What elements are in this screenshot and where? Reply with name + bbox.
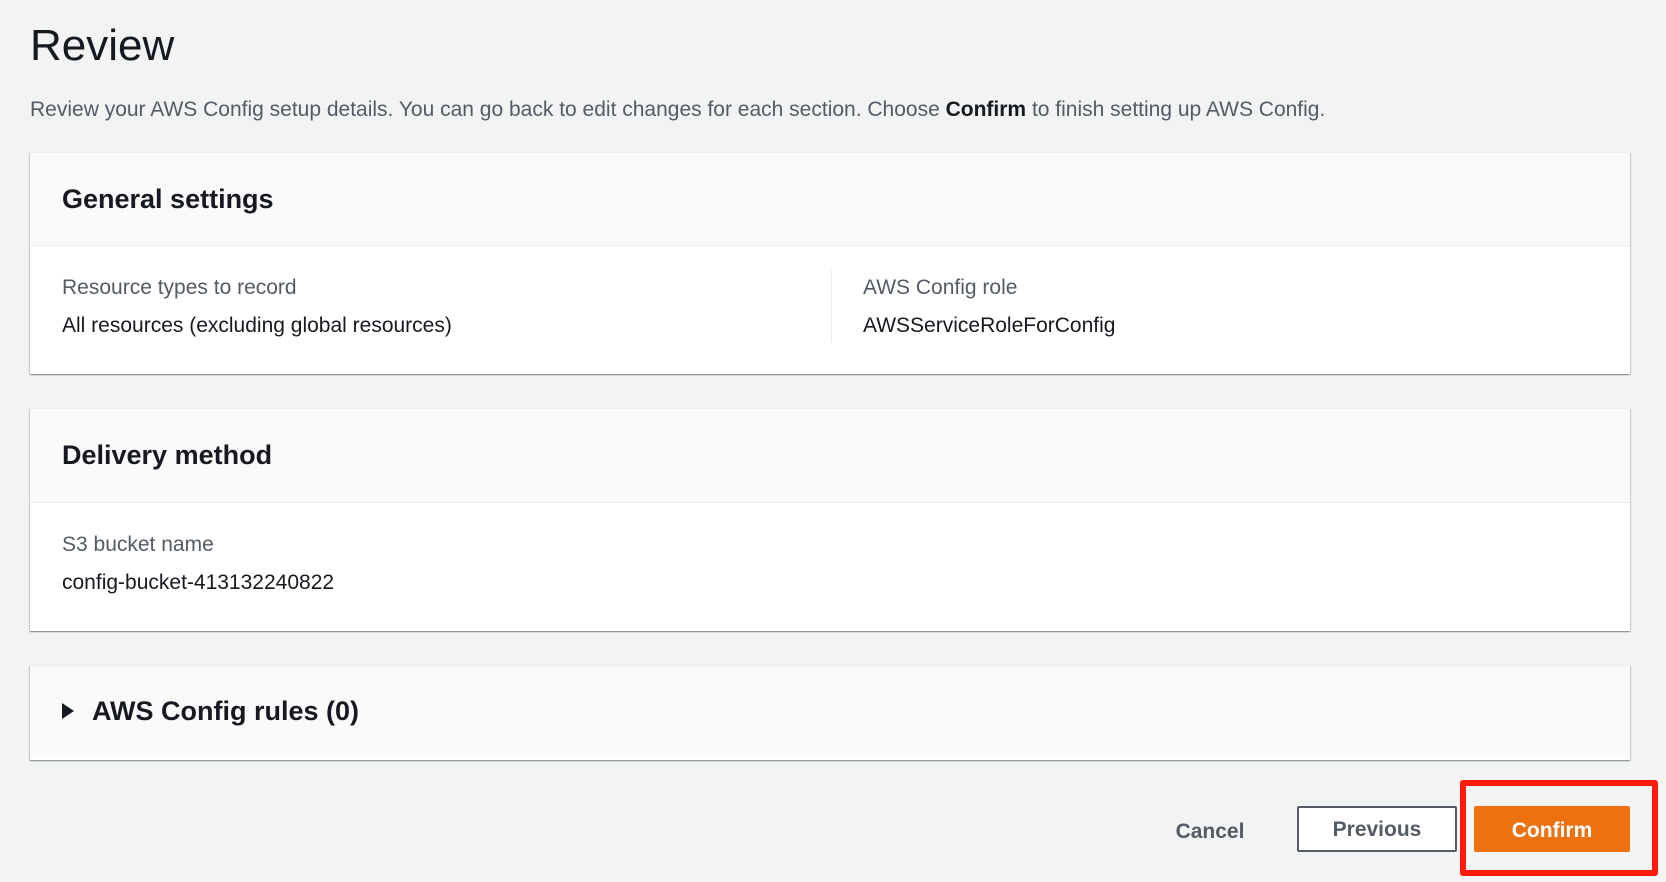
previous-button[interactable]: Previous xyxy=(1297,806,1457,852)
cancel-button[interactable]: Cancel xyxy=(1140,808,1280,854)
general-settings-body: Resource types to record All resources (… xyxy=(30,246,1630,374)
caret-right-icon xyxy=(62,703,74,719)
config-rules-panel: AWS Config rules (0) xyxy=(30,665,1630,760)
page-title: Review xyxy=(30,21,175,70)
delivery-method-heading: Delivery method xyxy=(62,440,273,470)
resource-types-label: Resource types to record xyxy=(62,276,297,299)
general-settings-heading: General settings xyxy=(62,183,274,214)
column-divider xyxy=(831,270,832,342)
resource-types-value: All resources (excluding global resource… xyxy=(62,314,452,337)
general-settings-header: General settings xyxy=(30,153,1630,246)
config-role-field: AWS Config role AWSServiceRoleForConfig xyxy=(863,274,1115,340)
delivery-method-panel: Delivery method S3 bucket name config-bu… xyxy=(30,408,1630,631)
s3-bucket-label: S3 bucket name xyxy=(62,533,214,556)
s3-bucket-field: S3 bucket name config-bucket-41313224082… xyxy=(62,531,334,597)
delivery-method-header: Delivery method xyxy=(30,409,1630,503)
page-description: Review your AWS Config setup details. Yo… xyxy=(30,95,1325,125)
config-rules-heading: AWS Config rules (0) xyxy=(92,695,360,726)
s3-bucket-value: config-bucket-413132240822 xyxy=(62,571,335,594)
description-text-before: Review your AWS Config setup details. Yo… xyxy=(30,98,946,121)
config-rules-expander[interactable]: AWS Config rules (0) xyxy=(30,666,1630,756)
general-settings-panel: General settings Resource types to recor… xyxy=(30,152,1630,374)
confirm-button[interactable]: Confirm xyxy=(1474,806,1630,852)
delivery-method-body: S3 bucket name config-bucket-41313224082… xyxy=(30,503,1630,631)
config-role-value: AWSServiceRoleForConfig xyxy=(863,314,1116,337)
review-page: Review Review your AWS Config setup deta… xyxy=(0,0,1666,882)
config-role-label: AWS Config role xyxy=(863,276,1018,299)
description-confirm-emphasis: Confirm xyxy=(945,98,1027,121)
description-text-after: to finish setting up AWS Config. xyxy=(1026,98,1326,121)
resource-types-field: Resource types to record All resources (… xyxy=(62,274,452,340)
